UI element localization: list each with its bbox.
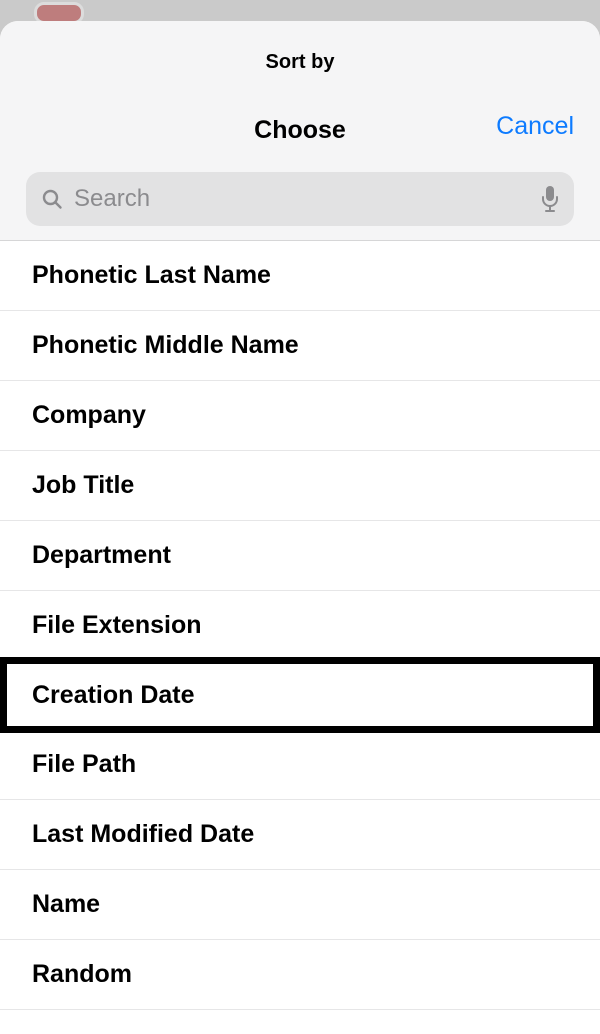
microphone-icon[interactable]: [540, 185, 560, 213]
sort-option-label: File Extension: [32, 611, 201, 639]
sort-option[interactable]: Department: [0, 521, 600, 591]
sort-option[interactable]: Creation Date: [0, 661, 600, 730]
sort-option-label: Department: [32, 541, 171, 569]
choose-label: Choose: [254, 116, 346, 145]
search-input[interactable]: [74, 185, 530, 213]
sort-option-label: Job Title: [32, 471, 134, 499]
cancel-button[interactable]: Cancel: [496, 112, 574, 141]
search-bar[interactable]: [26, 172, 574, 226]
sort-option-label: Phonetic Middle Name: [32, 331, 299, 359]
sort-option-label: Last Modified Date: [32, 820, 254, 848]
sort-option[interactable]: Job Title: [0, 451, 600, 521]
sort-by-sheet: Sort by Choose Cancel: [0, 21, 600, 1034]
sort-option-label: Phonetic Last Name: [32, 261, 271, 289]
sort-option[interactable]: Name: [0, 870, 600, 940]
sort-option-label: File Path: [32, 750, 136, 778]
sort-option[interactable]: Company: [0, 381, 600, 451]
sheet-title: Sort by: [0, 51, 600, 74]
sort-option[interactable]: Last Modified Date: [0, 800, 600, 870]
search-icon: [40, 187, 64, 211]
sort-option[interactable]: File Path: [0, 730, 600, 800]
sheet-header: Sort by Choose Cancel: [0, 21, 600, 241]
sort-option-label: Creation Date: [32, 681, 195, 709]
sort-option-label: Name: [32, 890, 100, 918]
sort-option-label: Company: [32, 401, 146, 429]
sort-option[interactable]: File Extension: [0, 591, 600, 661]
sort-option[interactable]: Phonetic Middle Name: [0, 311, 600, 381]
sort-option[interactable]: Phonetic Last Name: [0, 241, 600, 311]
sort-option[interactable]: Random: [0, 940, 600, 1010]
sort-options-list: Phonetic Last Name Phonetic Middle Name Co…: [0, 241, 600, 1034]
header-row: Choose Cancel: [0, 110, 600, 150]
sort-option-label: Random: [32, 960, 132, 988]
search-container: [0, 172, 600, 240]
